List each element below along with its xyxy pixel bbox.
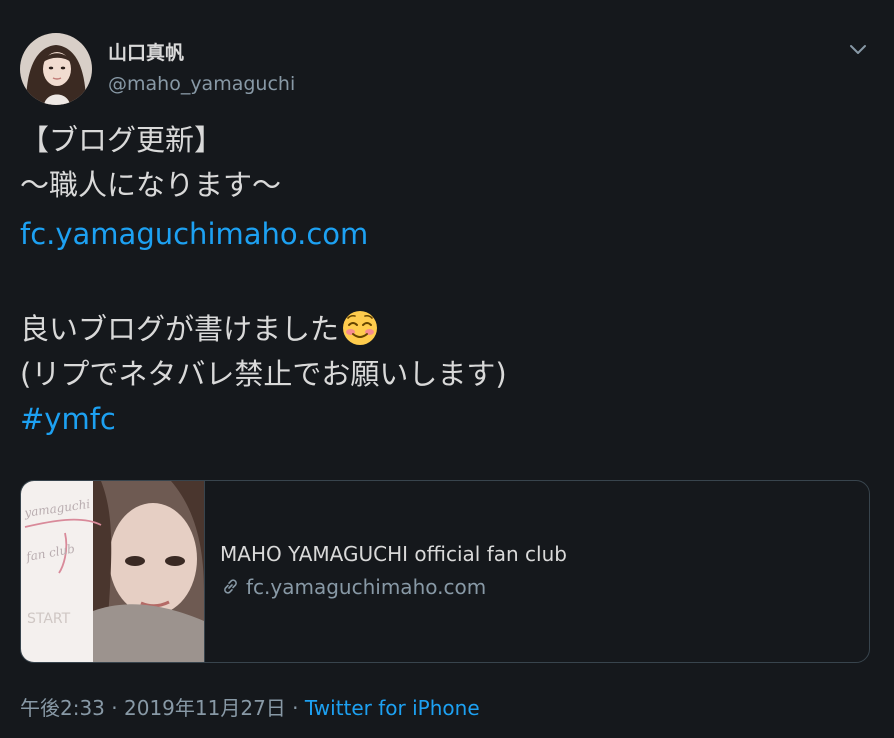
tweet-meta: 午後2:33 · 2019年11月27日 · Twitter for iPhon… xyxy=(20,694,480,722)
hashtag-link[interactable]: #ymfc xyxy=(20,402,116,436)
user-handle[interactable]: @maho_yamaguchi xyxy=(108,72,295,96)
link-icon xyxy=(220,576,241,597)
meta-separator: · xyxy=(292,696,299,720)
card-thumbnail: yamaguchi fan club START xyxy=(21,481,205,662)
card-domain-row: fc.yamaguchimaho.com xyxy=(220,574,486,600)
tweet-link[interactable]: fc.yamaguchimaho.com xyxy=(20,217,368,251)
card-thumb-text: START xyxy=(27,611,71,627)
meta-separator: · xyxy=(111,696,118,720)
tweet-date[interactable]: 2019年11月27日 xyxy=(124,696,286,720)
tweet-time[interactable]: 午後2:33 xyxy=(20,696,105,720)
link-card[interactable]: yamaguchi fan club START MAHO YAMAGUCHI … xyxy=(20,480,870,663)
card-domain: fc.yamaguchimaho.com xyxy=(246,575,487,599)
tweet: 山口真帆 @maho_yamaguchi 【ブログ更新】 〜職人になります〜 f… xyxy=(0,0,894,738)
tweet-line: 良いブログが書けました xyxy=(20,312,340,346)
tweet-line: 【ブログ更新】 xyxy=(20,123,224,157)
chevron-down-icon[interactable] xyxy=(845,39,871,61)
card-title: MAHO YAMAGUCHI official fan club xyxy=(220,542,567,566)
tweet-line: 〜職人になります〜 xyxy=(20,168,282,202)
display-name[interactable]: 山口真帆 xyxy=(108,41,184,65)
tweet-text: 【ブログ更新】 〜職人になります〜 fc.yamaguchimaho.com 良… xyxy=(20,118,870,442)
tweet-source-link[interactable]: Twitter for iPhone xyxy=(305,696,480,720)
avatar[interactable] xyxy=(20,33,92,105)
tweet-line: (リプでネタバレ禁止でお願いします) xyxy=(20,357,507,391)
smiling-face-icon xyxy=(340,307,380,347)
